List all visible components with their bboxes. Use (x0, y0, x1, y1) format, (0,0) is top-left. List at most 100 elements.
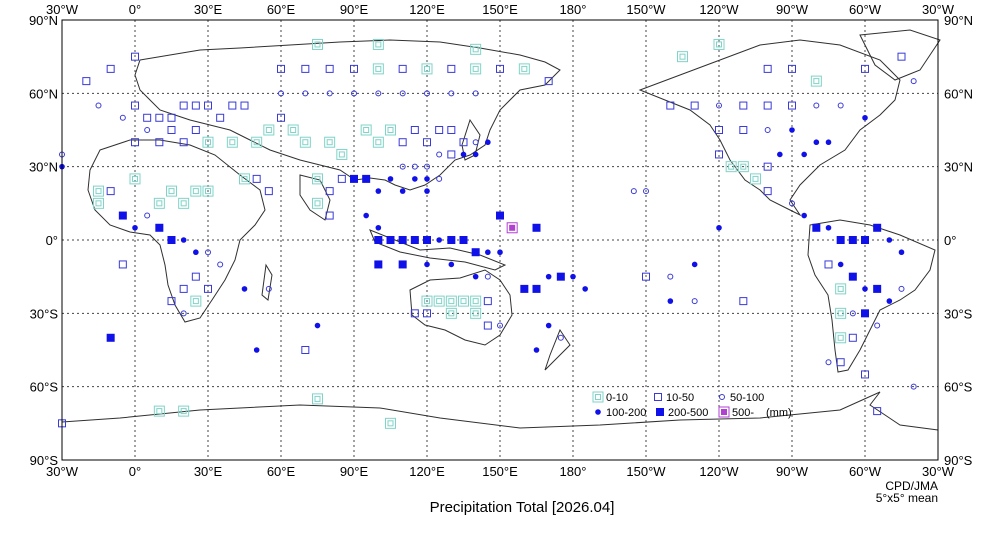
precip-mark-100-200 (886, 237, 893, 243)
legend-symbol-100-200 (595, 409, 601, 415)
precip-mark-200-500 (812, 223, 821, 232)
precip-mark-100-200 (582, 286, 588, 292)
precip-mark-100-200 (545, 273, 552, 280)
precip-mark-10-50 (106, 64, 115, 73)
credit-resolution: 5°x5° mean (876, 491, 938, 505)
precip-mark-10-50 (252, 174, 261, 183)
precip-mark-100-200 (363, 212, 369, 219)
lon-tick-bottom: 150°W (626, 464, 666, 479)
map-gridlines (62, 20, 938, 460)
lon-tick-top: 150°E (482, 2, 518, 17)
lon-tick-top: 180° (560, 2, 587, 17)
precip-mark-200-500 (556, 272, 565, 281)
precip-mark-0-10 (251, 136, 263, 148)
precip-mark-0-10 (810, 75, 822, 87)
precip-mark-100-200 (691, 261, 698, 268)
precip-mark-10-50 (191, 272, 200, 281)
precip-mark-50-100 (691, 298, 698, 305)
precip-mark-100-200 (180, 237, 187, 243)
precip-mark-0-10 (190, 185, 202, 197)
precip-mark-0-10 (518, 63, 530, 75)
precip-mark-0-10 (360, 124, 372, 136)
legend-unit: (mm) (766, 407, 792, 419)
coastline-australia (409, 269, 513, 346)
precip-mark-100-200 (387, 176, 394, 182)
lon-tick-bottom: 120°W (699, 464, 739, 479)
lon-tick-bottom: 90°E (340, 464, 369, 479)
precip-mark-100-200 (193, 249, 199, 256)
lat-tick-right: 30°N (944, 160, 973, 175)
precip-mark-0-10 (312, 393, 323, 405)
lon-tick-top: 30°E (194, 2, 223, 17)
precip-mark-0-10 (458, 295, 469, 307)
coastline-south-america (807, 219, 936, 373)
precip-mark-10-50 (836, 358, 845, 367)
precip-mark-10-50 (739, 101, 748, 110)
precip-mark-50-100 (472, 139, 479, 146)
lat-tick-right: 0° (944, 233, 956, 248)
lat-tick-right: 90°S (944, 453, 973, 468)
precip-mark-10-50 (447, 64, 456, 73)
precip-mark-50-100 (217, 261, 224, 268)
precip-mark-10-50 (191, 126, 200, 134)
precip-mark-50-100 (837, 102, 844, 109)
precip-mark-50-100 (119, 114, 126, 121)
lon-tick-top: 120°E (409, 2, 445, 17)
precip-mark-50-100 (825, 359, 832, 366)
precip-mark-100-200 (825, 139, 832, 146)
precip-mark-50-100 (874, 322, 881, 329)
coastline-eurasia (134, 39, 561, 191)
lat-tick-left: 90°N (29, 13, 58, 28)
precip-mark-0-10 (372, 63, 384, 75)
precip-mark-200-500 (350, 174, 358, 183)
precip-mark-100-200 (448, 261, 455, 268)
precipitation-marks (58, 38, 917, 429)
lon-tick-bottom: 30°E (194, 464, 223, 479)
precip-mark-0-10 (153, 197, 165, 209)
precip-mark-200-500 (496, 211, 504, 220)
lon-tick-bottom: 0° (129, 464, 141, 479)
lon-tick-bottom: 150°E (482, 464, 518, 479)
precip-mark-100-200 (460, 151, 467, 158)
precip-mark-10-50 (423, 138, 431, 147)
precip-mark-100-200 (424, 176, 430, 182)
legend-label: 50-100 (730, 392, 764, 404)
precip-mark-200-500 (410, 236, 419, 244)
lat-tick-left: 30°N (29, 160, 58, 175)
precip-mark-100-200 (485, 249, 491, 256)
lon-tick-top: 60°E (267, 2, 296, 17)
precip-mark-0-10 (93, 185, 104, 197)
legend-symbol-200-500 (656, 408, 664, 416)
precip-mark-200-500 (532, 284, 541, 293)
precip-mark-100-200 (898, 249, 905, 256)
precip-mark-200-500 (848, 272, 857, 281)
precip-mark-0-10 (299, 136, 311, 148)
precip-mark-0-10 (470, 295, 482, 307)
precip-mark-100-200 (886, 298, 893, 304)
precip-mark-10-50 (337, 174, 346, 183)
precip-mark-10-50 (325, 64, 334, 73)
legend-label: 100-200 (606, 407, 646, 419)
precip-mark-10-50 (483, 297, 492, 306)
precipitation-map: 0-10 10-50 50-100 100-200 200-500 500- (mm) 30… (29, 2, 973, 516)
precip-mark-50-100 (144, 127, 151, 133)
lat-tick-left: 60°N (29, 86, 58, 101)
lat-tick-right: 90°N (944, 13, 973, 28)
legend: 0-10 10-50 50-100 100-200 200-500 500- (mm) (592, 391, 792, 419)
precip-mark-100-200 (375, 224, 382, 231)
precip-mark-100-200 (813, 139, 820, 146)
precip-mark-200-500 (861, 309, 869, 318)
precip-mark-0-10 (470, 43, 482, 55)
precip-mark-50-100 (95, 102, 102, 109)
precip-mark-50-100 (144, 212, 151, 219)
precip-mark-10-50 (143, 113, 152, 122)
precip-mark-200-500 (423, 236, 431, 244)
precip-mark-50-100 (667, 273, 674, 280)
lon-tick-bottom: 60°E (267, 464, 296, 479)
precip-mark-50-100 (436, 151, 443, 158)
precip-mark-10-50 (763, 101, 772, 110)
precip-mark-200-500 (386, 236, 395, 244)
precip-mark-10-50 (179, 284, 188, 293)
precip-mark-200-500 (167, 236, 176, 244)
precip-mark-0-10 (178, 197, 190, 209)
